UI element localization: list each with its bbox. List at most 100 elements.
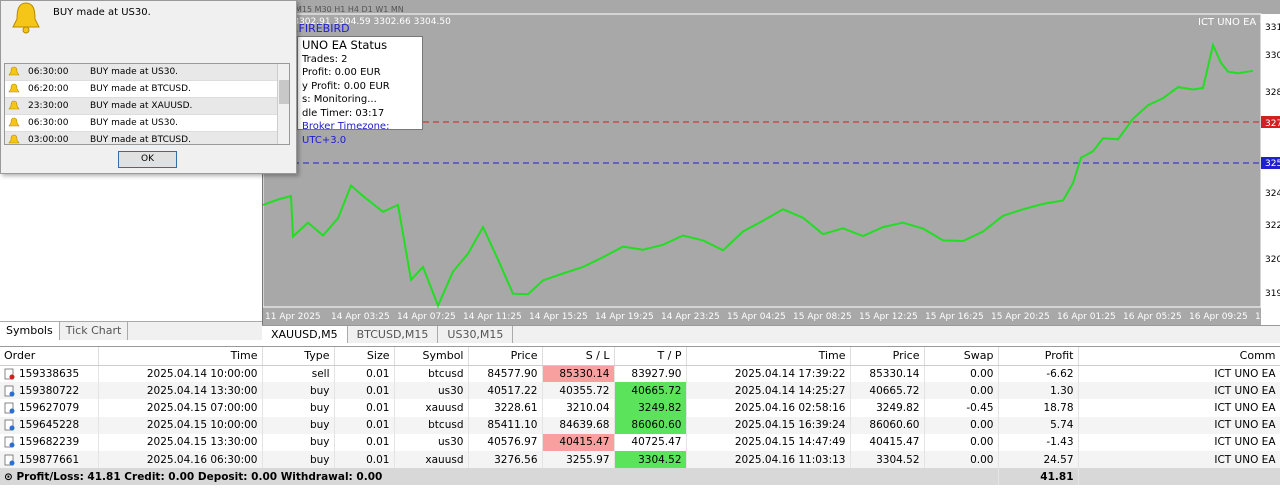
list-item[interactable]: 06:30:00 BUY made at US30. — [5, 64, 289, 81]
buy-order-icon — [4, 454, 15, 466]
cell-price: 3228.61 — [468, 399, 543, 417]
cell-tp: 40665.72 — [614, 382, 687, 400]
alert-text: BUY made at BTCUSD. — [90, 84, 191, 94]
cell-comment: ICT UNO EA — [1078, 433, 1280, 451]
ea-timezone: Broker Timezone: UTC+3.0 — [302, 121, 390, 146]
table-row[interactable]: 159645228 2025.04.15 10:00:00 buy 0.01 btcus… — [0, 416, 1280, 434]
column-header[interactable]: Profit — [998, 347, 1079, 366]
column-header[interactable]: T / P — [614, 347, 687, 366]
cell-price: 84577.90 — [468, 365, 543, 383]
cell-profit: 18.78 — [998, 399, 1079, 417]
scroll-thumb[interactable] — [279, 80, 289, 104]
time-label: 14 Apr 19:25 — [595, 312, 654, 322]
cell-type: sell — [262, 365, 335, 383]
alert-time: 23:30:00 — [28, 101, 69, 111]
column-header[interactable]: Order — [0, 347, 99, 366]
list-item[interactable]: 06:30:00 BUY made at US30. — [5, 115, 289, 132]
ea-status-title: UNO EA Status — [302, 38, 388, 52]
bell-icon — [8, 117, 20, 127]
tab-symbols[interactable]: Symbols — [0, 322, 60, 340]
column-header[interactable]: Price — [850, 347, 925, 366]
cell-sl: 3210.04 — [542, 399, 615, 417]
list-item[interactable]: 03:00:00 BUY made at BTCUSD. — [5, 132, 289, 145]
table-row[interactable]: 159682239 2025.04.15 13:30:00 buy 0.01 us30 4… — [0, 433, 1280, 451]
column-header[interactable]: Symbol — [394, 347, 469, 366]
list-item[interactable]: 06:20:00 BUY made at BTCUSD. — [5, 81, 289, 98]
cell-order: 159877661 — [0, 450, 99, 469]
alert-scrollbar[interactable] — [277, 64, 289, 144]
column-header[interactable]: Time — [686, 347, 851, 366]
bell-icon — [8, 100, 20, 110]
ea-timer: dle Timer: 03:17 — [302, 107, 385, 119]
cell-symbol: xauusd — [394, 399, 469, 417]
total-profit: 41.81 — [998, 468, 1079, 486]
ok-button[interactable]: OK — [118, 151, 177, 168]
table-row[interactable]: 159627079 2025.04.15 07:00:00 buy 0.01 xauus… — [0, 399, 1280, 417]
alert-message: BUY made at US30. — [53, 7, 151, 18]
column-header[interactable]: Size — [334, 347, 395, 366]
cell-type: buy — [262, 416, 335, 434]
tab-us30-m15[interactable]: US30,M15 — [438, 326, 514, 343]
cell-size: 0.01 — [334, 450, 395, 469]
cell-size: 0.01 — [334, 416, 395, 434]
cell-size: 0.01 — [334, 399, 395, 417]
cell-tp: 40725.47 — [614, 433, 687, 451]
column-header[interactable]: S / L — [542, 347, 615, 366]
time-label: 16 Apr — [1255, 312, 1280, 322]
cell-type: buy — [262, 450, 335, 469]
cell-symbol: us30 — [394, 433, 469, 451]
price-label: 320 — [1265, 255, 1280, 265]
cell-tp: 3304.52 — [614, 450, 687, 469]
alert-text: BUY made at XAUUSD. — [90, 101, 193, 111]
alert-time: 06:30:00 — [28, 67, 69, 77]
table-row[interactable]: 159380722 2025.04.14 13:30:00 buy 0.01 us30 4… — [0, 382, 1280, 400]
time-label: 15 Apr 20:25 — [991, 312, 1050, 322]
firebird-label: .FIREBIRD — [295, 22, 350, 35]
cell-price: 3276.56 — [468, 450, 543, 469]
cell-order: 159338635 — [0, 365, 99, 383]
tab-btcusd-m15[interactable]: BTCUSD,M15 — [348, 326, 439, 343]
cell-close-price: 86060.60 — [850, 416, 925, 434]
cell-close-time: 2025.04.15 14:47:49 — [686, 433, 851, 451]
column-header[interactable]: Price — [468, 347, 543, 366]
tab-tick-chart[interactable]: Tick Chart — [59, 322, 129, 340]
alert-time: 03:00:00 — [28, 135, 69, 145]
column-header[interactable]: Comm — [1078, 347, 1280, 366]
cell-time: 2025.04.14 13:30:00 — [98, 382, 263, 400]
cell-type: buy — [262, 433, 335, 451]
table-header: Order Time Type Size Symbol Price S / LT / P Ti… — [0, 347, 1280, 366]
alert-time: 06:30:00 — [28, 118, 69, 128]
order-id: 159380722 — [19, 384, 80, 397]
ea-daily-profit: y Profit: 0.00 EUR — [302, 80, 390, 92]
buy-order-icon — [4, 436, 15, 448]
order-id: 159877661 — [19, 453, 80, 466]
buy-order-icon — [4, 419, 15, 431]
list-item[interactable]: 23:30:00 BUY made at XAUUSD. — [5, 98, 289, 115]
table-row[interactable]: 159877661 2025.04.16 06:30:00 buy 0.01 xauus… — [0, 450, 1280, 469]
alert-text: BUY made at BTCUSD. — [90, 135, 191, 145]
cell-swap: 0.00 — [924, 450, 999, 469]
cell-time: 2025.04.15 10:00:00 — [98, 416, 263, 434]
cell-comment: ICT UNO EA — [1078, 365, 1280, 383]
cell-profit: 24.57 — [998, 450, 1079, 469]
ea-trades: Trades: 2 — [302, 53, 348, 65]
cell-close-price: 3304.52 — [850, 450, 925, 469]
time-label: 15 Apr 12:25 — [859, 312, 918, 322]
cell-type: buy — [262, 399, 335, 417]
bell-icon — [8, 83, 20, 93]
cell-close-price: 40665.72 — [850, 382, 925, 400]
price-label: 322 — [1265, 221, 1280, 231]
cell-time: 2025.04.16 06:30:00 — [98, 450, 263, 469]
column-header[interactable]: Type — [262, 347, 335, 366]
cell-sl: 3255.97 — [542, 450, 615, 469]
cell-type: buy — [262, 382, 335, 400]
cell-tp: 3249.82 — [614, 399, 687, 417]
column-header[interactable]: Swap — [924, 347, 999, 366]
cell-comment: ICT UNO EA — [1078, 399, 1280, 417]
table-row[interactable]: 159338635 2025.04.14 10:00:00 sell 0.01 btcu… — [0, 365, 1280, 383]
price-label: 327 — [1265, 119, 1280, 129]
column-header[interactable]: Time — [98, 347, 263, 366]
tab-xauusd-m5[interactable]: XAUUSD,M5 — [262, 326, 348, 343]
alert-history-list[interactable]: 06:30:00 BUY made at US30. 06:20:00 BUY … — [4, 63, 290, 145]
time-label: 15 Apr 08:25 — [793, 312, 852, 322]
